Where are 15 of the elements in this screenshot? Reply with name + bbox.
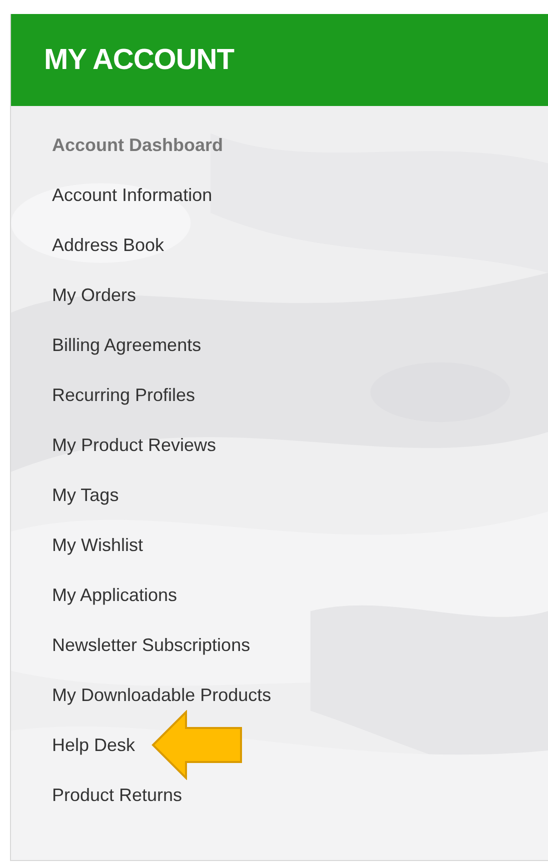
menu-item[interactable]: My Applications (52, 584, 178, 606)
menu-item[interactable]: Address Book (52, 234, 164, 256)
menu-item[interactable]: My Orders (52, 284, 136, 306)
panel-title: MY ACCOUNT (44, 44, 234, 76)
menu-item[interactable]: My Tags (52, 484, 119, 506)
menu-item[interactable]: My Wishlist (52, 534, 143, 556)
menu-item[interactable]: Billing Agreements (52, 334, 202, 356)
menu-item[interactable]: Newsletter Subscriptions (52, 634, 250, 656)
menu-item[interactable]: Account Information (52, 184, 212, 206)
menu-item[interactable]: Account Dashboard (52, 134, 224, 156)
menu-item[interactable]: Help Desk (52, 734, 136, 756)
menu-item[interactable]: Product Returns (52, 784, 182, 806)
menu-item[interactable]: My Downloadable Products (52, 684, 272, 706)
menu-item[interactable]: My Product Reviews (52, 434, 216, 456)
menu-item[interactable]: Recurring Profiles (52, 384, 196, 406)
